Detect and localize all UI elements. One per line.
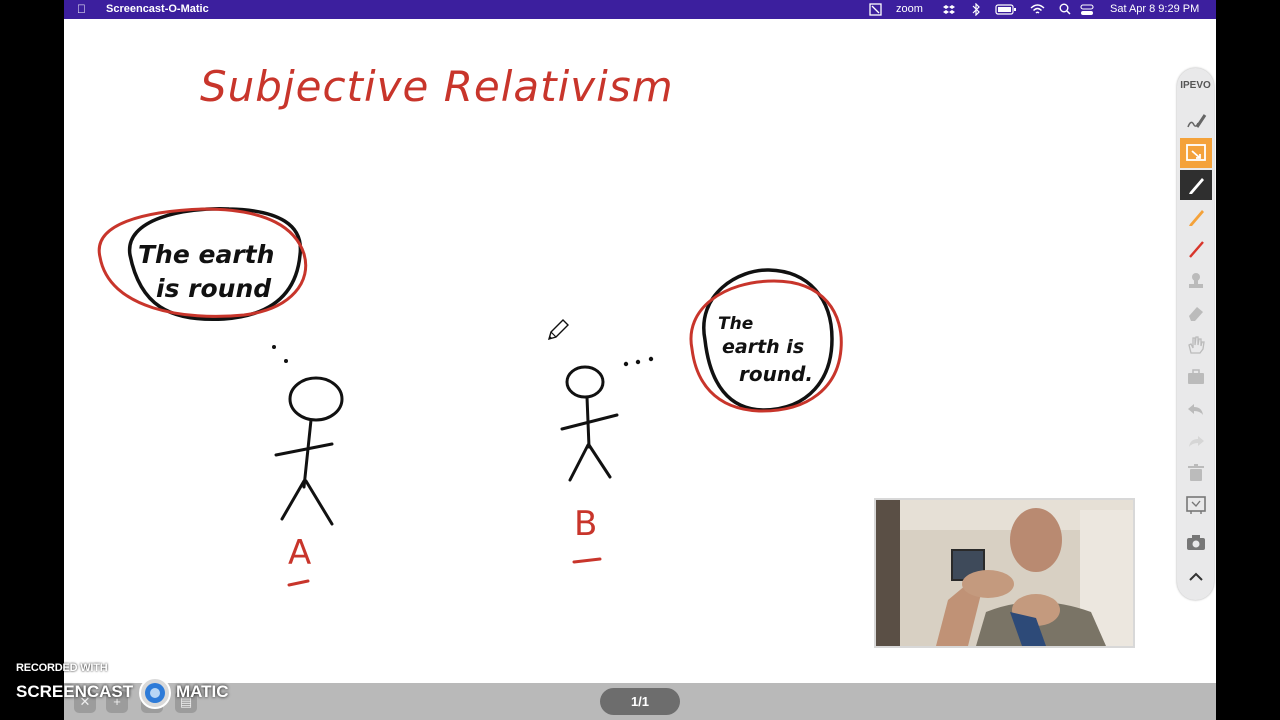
whiteboard-icon [1186,496,1206,514]
collapse-icon [1189,572,1203,581]
toolbar-brand: IPEVO [1180,80,1211,91]
page-indicator[interactable]: 1/1 [600,688,680,715]
toolbox-button[interactable] [1180,362,1212,392]
bluetooth-icon[interactable] [971,3,981,16]
trash-button[interactable] [1180,458,1212,488]
control-center-icon[interactable] [1080,3,1094,16]
black-pen-button[interactable] [1180,170,1212,200]
screen:  Screencast-O-Matic zoom Sat Apr 8 9:29… [64,0,1216,720]
menu-bar:  Screencast-O-Matic zoom Sat Apr 8 9:29… [64,0,1216,19]
watermark-screencast: SCREENCAST [16,682,134,701]
bubble-b-line-2: earth is [722,336,804,358]
stamp-icon [1189,273,1203,288]
trash-icon [1188,464,1204,481]
dropbox-icon[interactable] [943,3,956,16]
watermark-matic: MATIC [176,682,229,701]
label-b-underline [572,557,602,564]
hand-button[interactable] [1180,330,1212,360]
pen-icon [1189,178,1204,194]
pen-draw-button[interactable] [1180,106,1212,136]
wifi-icon[interactable] [1030,3,1045,16]
pen-draw-icon [1187,114,1207,128]
ipevo-toolbar: IPEVO [1177,68,1214,600]
apple-icon[interactable]:  [77,2,86,16]
right-letterbox [1216,0,1280,720]
thought-dot [635,359,641,365]
collapse-toolbar-button[interactable] [1180,562,1212,592]
stick-figure-b [560,365,619,482]
battery-icon[interactable] [995,3,1017,16]
bubble-a-line-2: is round [156,274,272,303]
pencil-cursor-icon [547,319,569,341]
label-b: B [574,504,597,544]
menubar-clock[interactable]: Sat Apr 8 9:29 PM [1110,3,1199,16]
zoom-status[interactable]: zoom [896,3,923,16]
label-a-underline [287,579,310,587]
thought-dot [284,359,288,363]
thought-dot [272,345,276,349]
left-letterbox [0,0,64,720]
bubble-a-line-1: The earth [138,240,274,269]
camera-button[interactable] [1180,528,1212,558]
highlighter-button[interactable] [1180,202,1212,232]
webcam-overlay [874,498,1135,648]
annotation-mode-button[interactable] [1180,138,1212,168]
undo-icon [1188,404,1203,415]
search-icon[interactable] [1059,3,1071,16]
eraser-icon [1189,307,1203,321]
thought-dot [648,356,654,362]
whiteboard-title: Subjective Relativism [200,62,674,111]
eraser-button[interactable] [1180,298,1212,328]
annotation-mode-icon [1186,144,1206,161]
screencast-logo-icon [139,677,171,709]
toolbox-icon [1188,369,1204,384]
bottom-bar: ✕ + ❐ ▤ 1/1 [64,683,1216,720]
watermark-recorded-with: RECORDED WITH [16,662,108,674]
app-menu-title[interactable]: Screencast-O-Matic [106,3,209,15]
highlighter-icon [1189,210,1204,226]
bubble-b-line-1: The [718,314,753,334]
screen-record-icon[interactable] [869,3,882,16]
undo-button[interactable] [1180,394,1212,424]
webcam-video [876,500,1133,646]
redo-button[interactable] [1180,426,1212,456]
red-pen-icon [1189,241,1204,258]
bubble-b-line-3: round. [739,362,813,386]
camera-icon [1187,535,1205,550]
redo-icon [1189,436,1204,447]
thought-dot [623,361,629,367]
label-a: A [288,533,311,573]
stamp-button[interactable] [1180,266,1212,296]
stick-figure-a [274,376,344,526]
whiteboard-button[interactable] [1180,490,1212,520]
red-pen-button[interactable] [1180,234,1212,264]
hand-icon [1188,336,1205,354]
